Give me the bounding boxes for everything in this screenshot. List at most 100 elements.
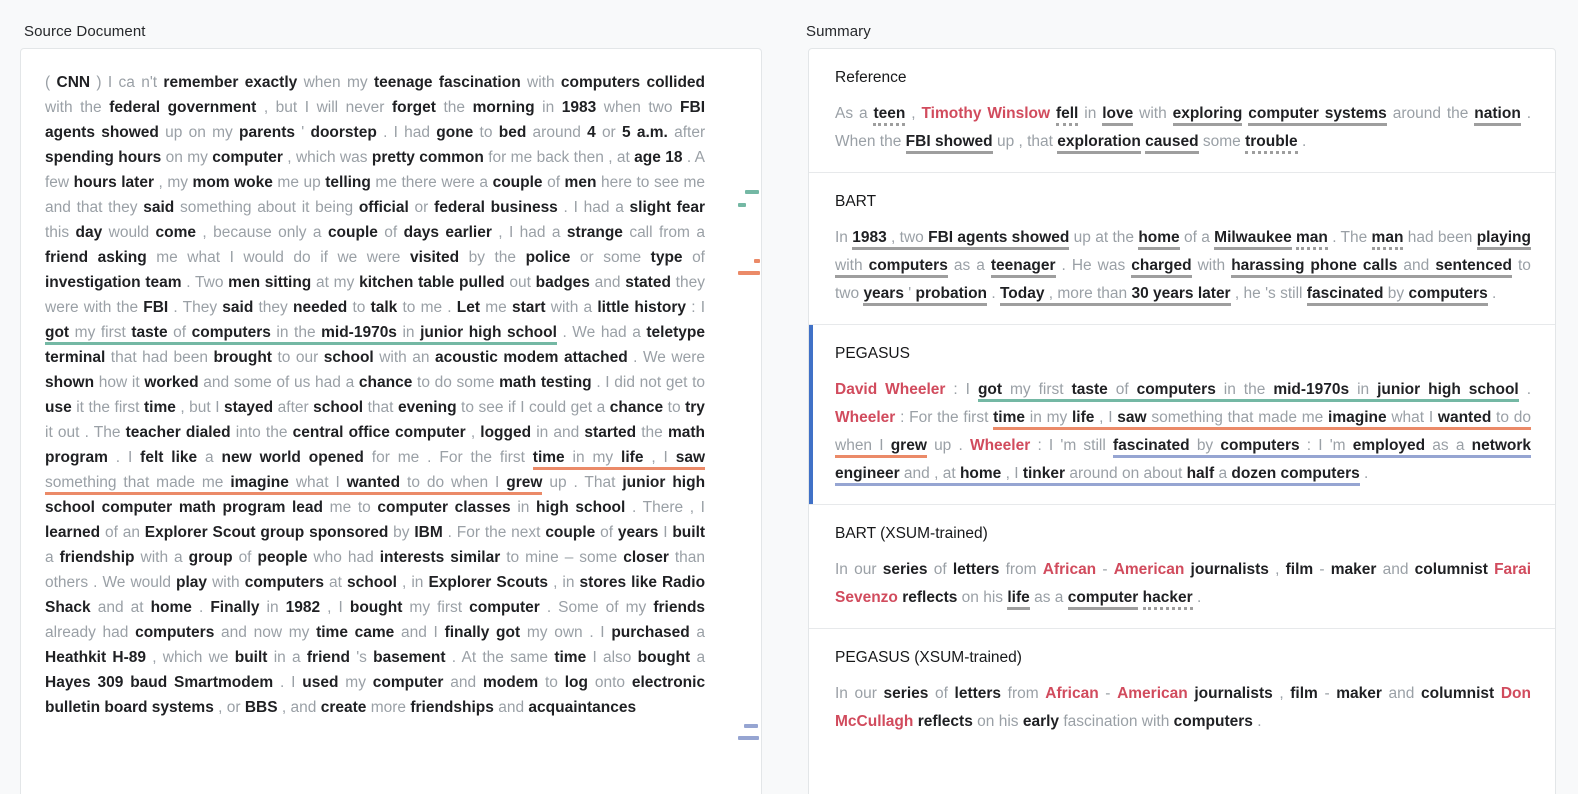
summary-section-reference[interactable]: Reference As a teen , Timothy Winslow fe…: [809, 49, 1555, 173]
token[interactable]: fascination with: [1063, 713, 1169, 730]
token[interactable]: . We were: [633, 349, 705, 366]
token[interactable]: time: [144, 399, 176, 416]
token[interactable]: hacker: [1142, 589, 1193, 610]
token[interactable]: basement: [373, 649, 445, 666]
token[interactable]: , in: [553, 574, 574, 591]
token[interactable]: said: [143, 199, 174, 216]
token[interactable]: a: [696, 649, 705, 666]
token[interactable]: me: [485, 299, 507, 316]
token[interactable]: , more than: [1048, 285, 1128, 306]
token[interactable]: 1983: [852, 229, 887, 250]
token[interactable]: mid-1970s: [321, 324, 397, 345]
token[interactable]: finally got: [445, 624, 521, 641]
token[interactable]: around: [533, 124, 581, 141]
token[interactable]: up . That: [549, 474, 615, 491]
token[interactable]: bought: [638, 649, 691, 666]
token[interactable]: school: [324, 349, 374, 366]
token[interactable]: junior high school: [420, 324, 557, 345]
token[interactable]: FBI agents showed: [928, 229, 1070, 250]
token[interactable]: hours later: [74, 174, 154, 191]
token[interactable]: time: [554, 649, 586, 666]
token[interactable]: mid-1970s: [1273, 381, 1350, 402]
token[interactable]: Hayes 309 baud Smartmodem: [45, 674, 273, 691]
token[interactable]: chance: [359, 374, 412, 391]
token[interactable]: In our: [835, 685, 877, 702]
token[interactable]: computer: [469, 599, 540, 616]
token[interactable]: . I did not get to: [596, 374, 705, 391]
token[interactable]: . I had a: [564, 199, 624, 216]
token[interactable]: . Some of my: [547, 599, 647, 616]
token[interactable]: a: [205, 449, 214, 466]
token[interactable]: or: [415, 199, 429, 216]
token[interactable]: fell: [1055, 105, 1079, 126]
token[interactable]: computers: [868, 257, 948, 278]
summary-section-pegasus[interactable]: PEGASUS David Wheeler : I got my first t…: [809, 325, 1555, 505]
token[interactable]: time came: [316, 624, 394, 641]
token[interactable]: , in: [402, 574, 423, 591]
token[interactable]: man: [1371, 229, 1404, 250]
token[interactable]: after: [674, 124, 705, 141]
token[interactable]: American: [1117, 685, 1188, 702]
token[interactable]: something that made me: [45, 474, 224, 495]
token[interactable]: and: [1383, 561, 1409, 578]
token[interactable]: to mine – some: [506, 549, 617, 566]
token[interactable]: with a: [551, 299, 592, 316]
token[interactable]: In: [835, 229, 848, 246]
token[interactable]: stayed: [224, 399, 273, 416]
token[interactable]: in: [402, 324, 415, 345]
token[interactable]: African: [1045, 685, 1098, 702]
token[interactable]: , but I: [180, 399, 219, 416]
token[interactable]: slight fear: [630, 199, 706, 216]
token[interactable]: : I: [691, 299, 705, 316]
token[interactable]: computers: [191, 324, 271, 345]
token[interactable]: taste: [131, 324, 168, 345]
token[interactable]: . I had: [383, 124, 430, 141]
token[interactable]: out: [509, 274, 531, 291]
token[interactable]: in the: [276, 324, 316, 345]
token[interactable]: probation: [915, 285, 988, 306]
token[interactable]: friendships: [410, 699, 494, 716]
token[interactable]: , my: [159, 174, 189, 191]
token[interactable]: in: [542, 99, 554, 116]
token[interactable]: would: [109, 224, 150, 241]
token[interactable]: shown: [45, 374, 94, 391]
token[interactable]: computer: [1067, 589, 1139, 610]
token[interactable]: home: [151, 599, 192, 616]
token[interactable]: by: [393, 524, 409, 541]
token[interactable]: imagine: [230, 474, 289, 495]
token[interactable]: in: [517, 499, 529, 516]
token[interactable]: couple: [493, 174, 543, 191]
token[interactable]: for me back then , at: [488, 149, 630, 166]
token[interactable]: up at the: [1074, 229, 1134, 246]
token[interactable]: series: [883, 561, 928, 578]
token[interactable]: in a: [274, 649, 301, 666]
token[interactable]: fascinated: [1306, 285, 1384, 306]
token[interactable]: computer: [212, 149, 283, 166]
token[interactable]: ,: [1279, 685, 1283, 702]
token[interactable]: up , that: [997, 133, 1053, 150]
token[interactable]: with: [1139, 105, 1167, 122]
token[interactable]: .: [1364, 465, 1368, 482]
token[interactable]: that had been: [111, 349, 208, 366]
token[interactable]: used: [302, 674, 338, 691]
token[interactable]: started: [584, 424, 636, 441]
token[interactable]: of: [934, 561, 947, 578]
token[interactable]: , I: [1005, 465, 1019, 486]
token[interactable]: pretty common: [372, 149, 484, 166]
token[interactable]: Milwaukee: [1214, 229, 1292, 250]
token[interactable]: couple: [545, 524, 595, 541]
token[interactable]: I: [663, 524, 667, 541]
token[interactable]: . I: [116, 449, 133, 466]
token[interactable]: imagine: [1328, 409, 1387, 430]
token[interactable]: in and: [536, 424, 579, 441]
token[interactable]: home: [959, 465, 1002, 486]
token[interactable]: life: [621, 449, 644, 470]
token[interactable]: it out . The: [45, 424, 120, 441]
token[interactable]: computer: [373, 674, 444, 691]
token[interactable]: harassing phone calls: [1231, 257, 1398, 278]
token[interactable]: American: [1114, 561, 1185, 578]
token[interactable]: around the: [1393, 105, 1469, 122]
token[interactable]: fascinated: [1112, 437, 1190, 458]
token[interactable]: of: [692, 249, 705, 266]
token[interactable]: series: [884, 685, 929, 702]
